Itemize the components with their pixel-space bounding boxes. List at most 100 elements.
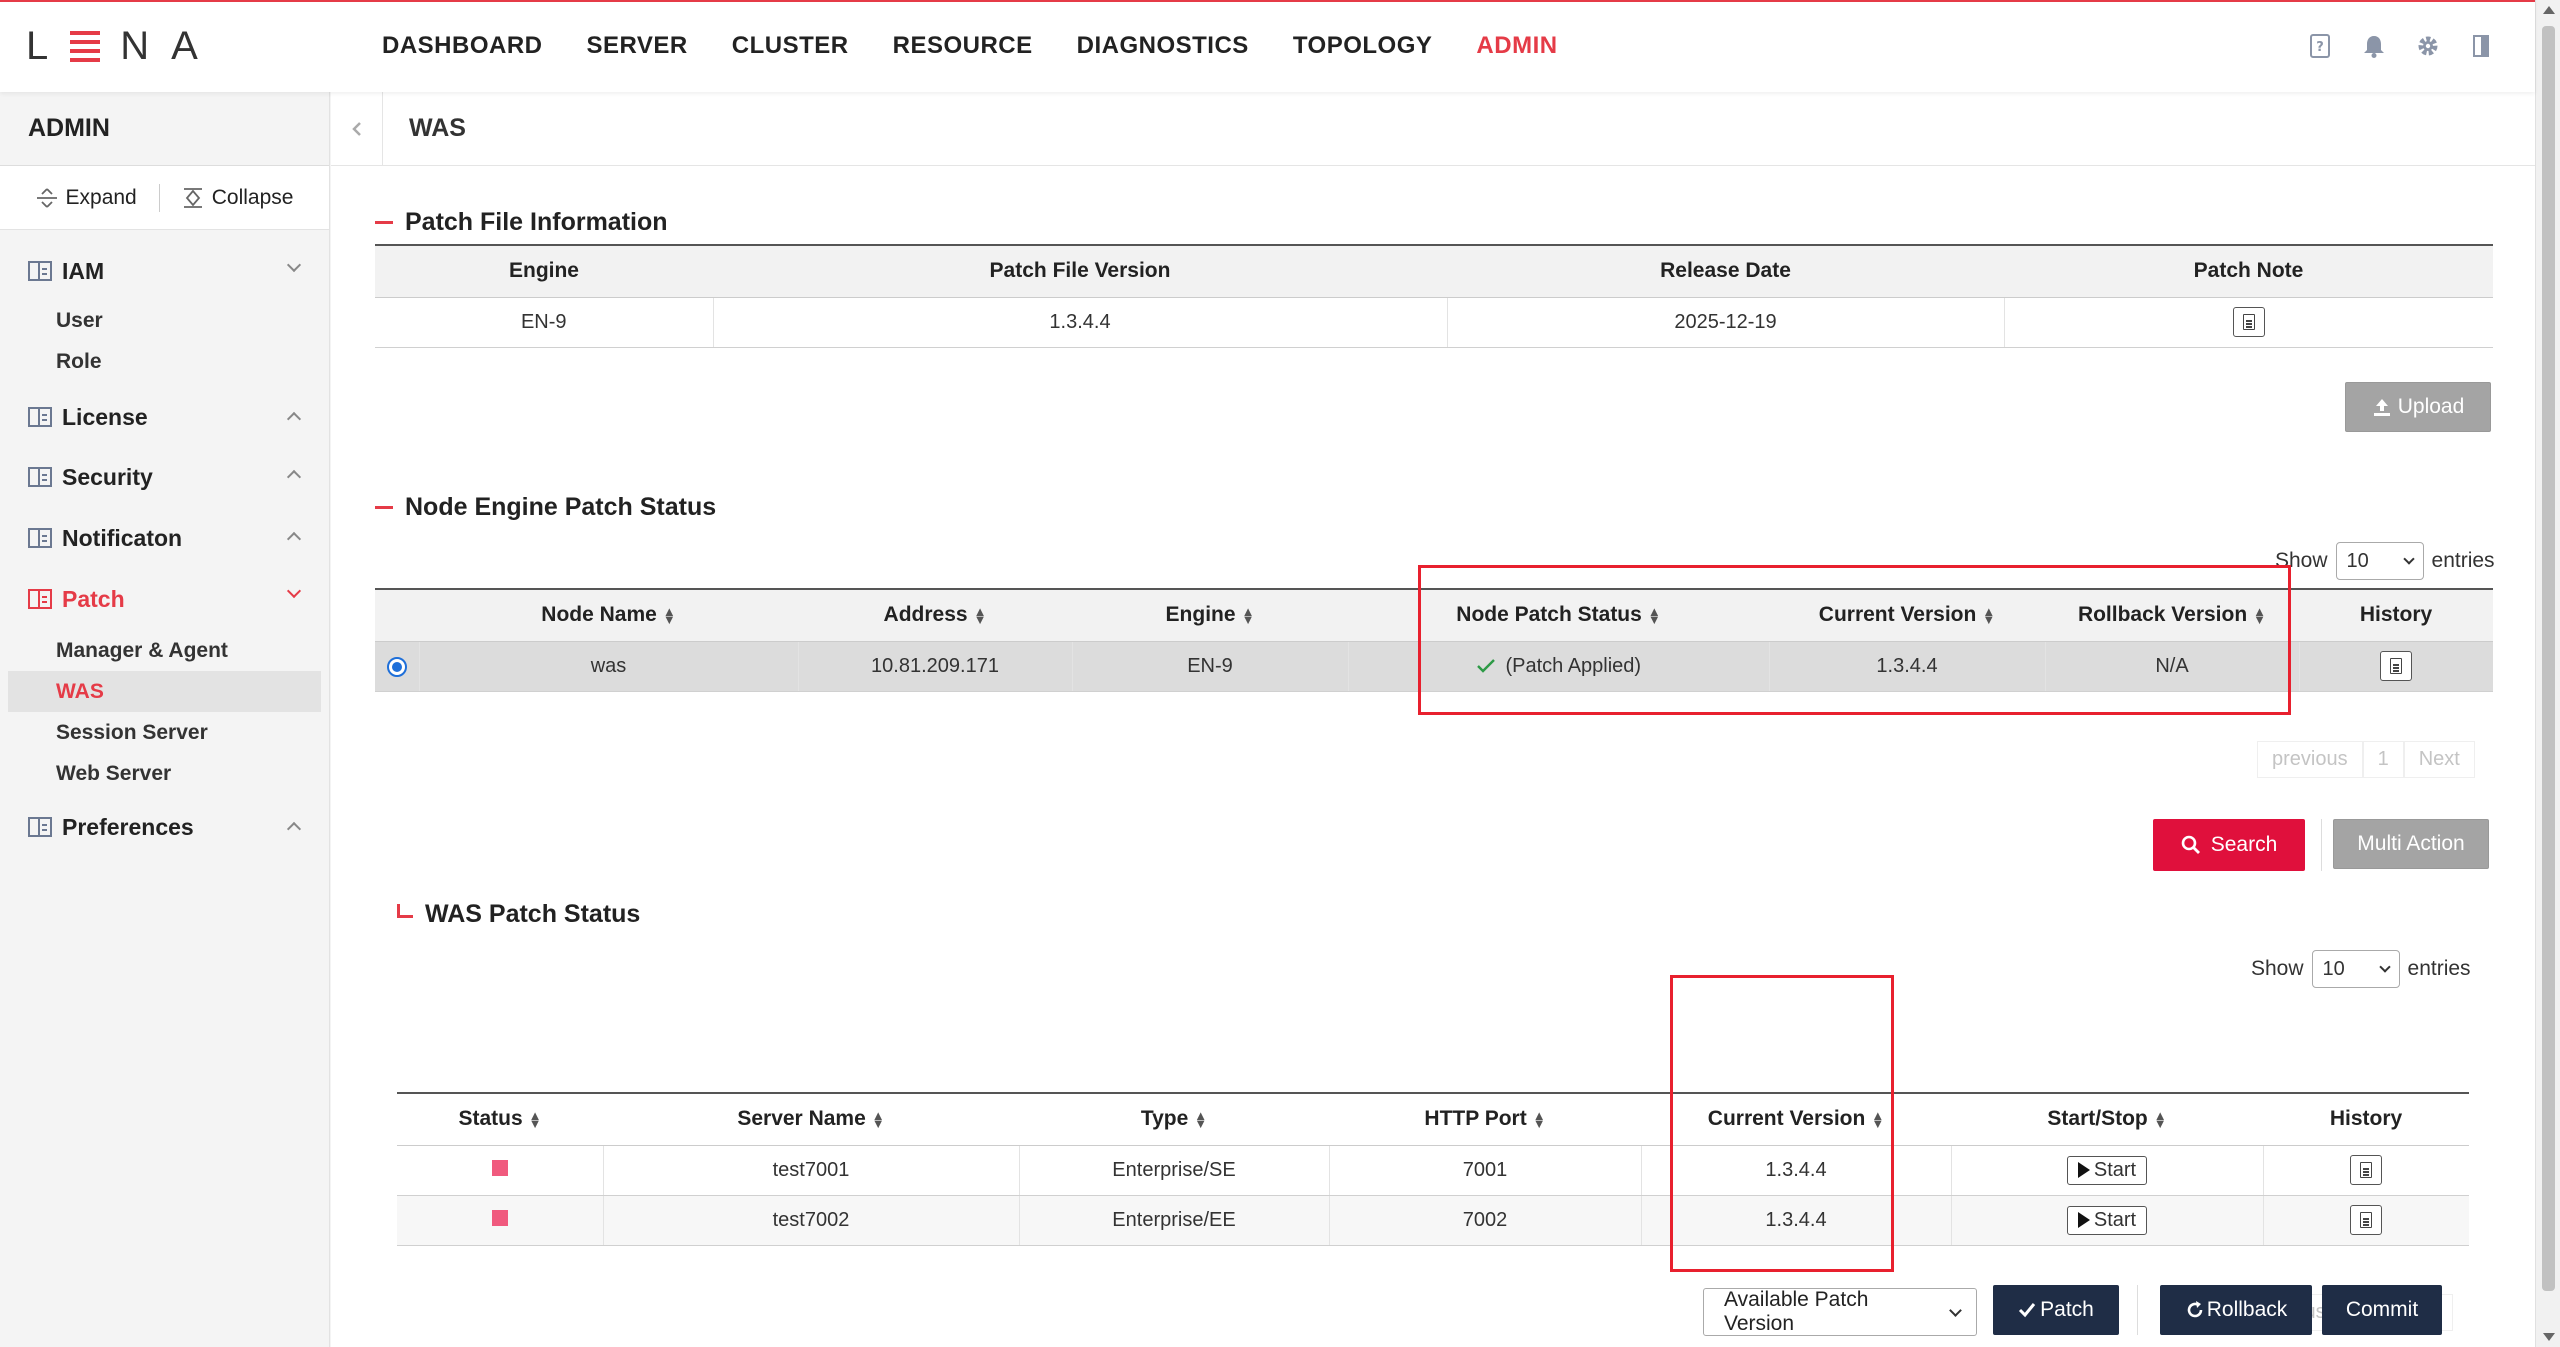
nav-dashboard[interactable]: DASHBOARD — [382, 32, 543, 60]
scroll-thumb[interactable] — [2542, 26, 2555, 1291]
rollback-button[interactable]: Rollback — [2160, 1285, 2312, 1335]
expand-button[interactable]: Expand — [36, 186, 137, 210]
upload-label: Upload — [2397, 395, 2465, 418]
column-header[interactable]: Type ▲ ▼ — [1019, 1092, 1329, 1146]
node-page-size-select[interactable]: 10 — [2335, 542, 2424, 580]
column-header[interactable]: Current Version ▲ ▼ — [1769, 588, 2045, 642]
server-name-cell: test7002 — [602, 1195, 1019, 1246]
was-page-size-select[interactable]: 10 — [2311, 950, 2400, 988]
column-header[interactable]: Current Version ▲ ▼ — [1641, 1092, 1951, 1146]
scroll-up-icon[interactable] — [2543, 6, 2555, 14]
sidebar-toggle-button[interactable] — [331, 91, 383, 166]
logout-icon[interactable] — [2469, 32, 2495, 60]
commit-button[interactable]: Commit — [2322, 1285, 2442, 1335]
check-icon — [1477, 659, 1495, 673]
pager-next[interactable]: Next — [2403, 741, 2475, 778]
was-show-entries: Show 10 entries — [2251, 950, 2471, 988]
collapse-icon — [183, 187, 202, 208]
column-header[interactable]: Node Patch Status ▲ ▼ — [1348, 588, 1769, 642]
bell-icon[interactable] — [2361, 32, 2387, 60]
help-icon[interactable]: ? — [2307, 32, 2333, 60]
section-marker — [375, 221, 393, 224]
patch-file-table: Engine Patch File Version Release Date P… — [375, 244, 2493, 348]
table-row: test7001 Enterprise/SE 7001 1.3.4.4 Star… — [397, 1145, 2469, 1196]
sidebar-group-label: Notificaton — [62, 524, 183, 551]
column-header[interactable]: Node Name ▲ ▼ — [419, 588, 798, 642]
collapse-button[interactable]: Collapse — [182, 186, 293, 210]
section-title-text: WAS Patch Status — [425, 900, 641, 928]
current-version-cell: 1.3.4.4 — [1640, 1145, 1951, 1196]
nav-server[interactable]: SERVER — [587, 32, 688, 60]
sidebar-group-label: License — [62, 403, 148, 430]
sidebar-group-label: Preferences — [62, 813, 194, 840]
column-header[interactable]: Server Name ▲ ▼ — [603, 1092, 1019, 1146]
nav-topology[interactable]: TOPOLOGY — [1293, 32, 1433, 60]
page-scrollbar[interactable] — [2535, 0, 2560, 1347]
row-radio[interactable] — [386, 656, 407, 677]
chevron-up-icon — [286, 469, 302, 485]
history-button[interactable] — [2350, 1205, 2383, 1235]
sidebar-group-license[interactable]: License — [0, 388, 329, 446]
play-icon — [2077, 1212, 2090, 1228]
pager-page[interactable]: 1 — [2362, 741, 2404, 778]
upload-button[interactable]: Upload — [2345, 382, 2491, 432]
patch-button[interactable]: Patch — [1993, 1285, 2119, 1335]
sidebar-item-user[interactable]: User — [8, 300, 321, 341]
search-icon — [2181, 835, 2200, 854]
play-icon — [2077, 1162, 2090, 1178]
patch-note-button[interactable] — [2232, 307, 2265, 337]
table-row[interactable]: was 10.81.209.171 EN-9 (Patch Applied) 1… — [375, 641, 2493, 692]
nav-cluster[interactable]: CLUSTER — [732, 32, 849, 60]
start-button[interactable]: Start — [2066, 1155, 2148, 1185]
nav-resource[interactable]: RESOURCE — [893, 32, 1033, 60]
scroll-down-icon[interactable] — [2543, 1333, 2555, 1341]
column-header[interactable]: Rollback Version ▲ ▼ — [2045, 588, 2299, 642]
logo-e-bars — [70, 30, 101, 62]
lena-logo[interactable]: L N A — [26, 24, 200, 68]
search-button[interactable]: Search — [2153, 819, 2305, 871]
sidebar-item-manager-agent[interactable]: Manager & Agent — [8, 630, 321, 671]
sidebar-group-patch[interactable]: Patch — [0, 568, 329, 630]
history-button[interactable] — [2380, 651, 2413, 681]
column-header[interactable]: Engine ▲ ▼ — [1072, 588, 1348, 642]
sort-icon: ▲ ▼ — [1647, 603, 1661, 627]
chevron-down-icon — [2378, 961, 2391, 973]
pager-previous[interactable]: previous — [2257, 741, 2363, 778]
expand-icon — [36, 187, 57, 208]
document-icon — [2390, 658, 2403, 674]
chevron-up-icon — [286, 821, 302, 837]
select-column-header — [375, 588, 419, 642]
sidebar-item-was[interactable]: WAS — [8, 671, 321, 712]
sort-icon: ▲ ▼ — [2153, 1107, 2167, 1131]
history-cell — [2262, 1195, 2469, 1246]
sidebar-group-label: IAM — [62, 257, 105, 284]
column-header: History — [2299, 588, 2493, 642]
table-row: test7002 Enterprise/EE 7002 1.3.4.4 Star… — [397, 1195, 2469, 1246]
nav-diagnostics[interactable]: DIAGNOSTICS — [1077, 32, 1249, 60]
sidebar-item-web-server[interactable]: Web Server — [8, 753, 321, 794]
column-header[interactable]: HTTP Port ▲ ▼ — [1329, 1092, 1641, 1146]
sidebar-item-role[interactable]: Role — [8, 341, 321, 382]
sidebar-group-preferences[interactable]: Preferences — [0, 798, 329, 856]
sidebar-item-session-server[interactable]: Session Server — [8, 712, 321, 753]
gear-icon[interactable] — [2415, 32, 2441, 60]
multi-action-button[interactable]: Multi Action — [2333, 819, 2489, 869]
nav-admin[interactable]: ADMIN — [1476, 32, 1557, 60]
sidebar: ADMIN Expand Collapse IAM User Role Lice… — [0, 92, 330, 1347]
start-stop-cell: Start — [1950, 1195, 2263, 1246]
column-header[interactable]: Start/Stop ▲ ▼ — [1951, 1092, 2263, 1146]
page-title: WAS — [409, 114, 466, 142]
sort-icon: ▲ ▼ — [1532, 1107, 1546, 1131]
history-button[interactable] — [2350, 1155, 2383, 1185]
start-button[interactable]: Start — [2066, 1205, 2148, 1235]
sidebar-group-notification[interactable]: Notificaton — [0, 508, 329, 568]
column-header[interactable]: Status ▲ ▼ — [397, 1092, 603, 1146]
patch-version-select[interactable]: Available Patch Version — [1703, 1288, 1977, 1336]
column-header[interactable]: Address ▲ ▼ — [798, 588, 1072, 642]
sidebar-group-security[interactable]: Security — [0, 446, 329, 508]
sidebar-group-iam[interactable]: IAM — [0, 242, 329, 300]
svg-text:?: ? — [2316, 40, 2324, 55]
menu-group-icon — [28, 467, 52, 487]
status-cell — [397, 1145, 603, 1196]
table-row: EN-9 1.3.4.4 2025-12-19 — [375, 297, 2493, 348]
